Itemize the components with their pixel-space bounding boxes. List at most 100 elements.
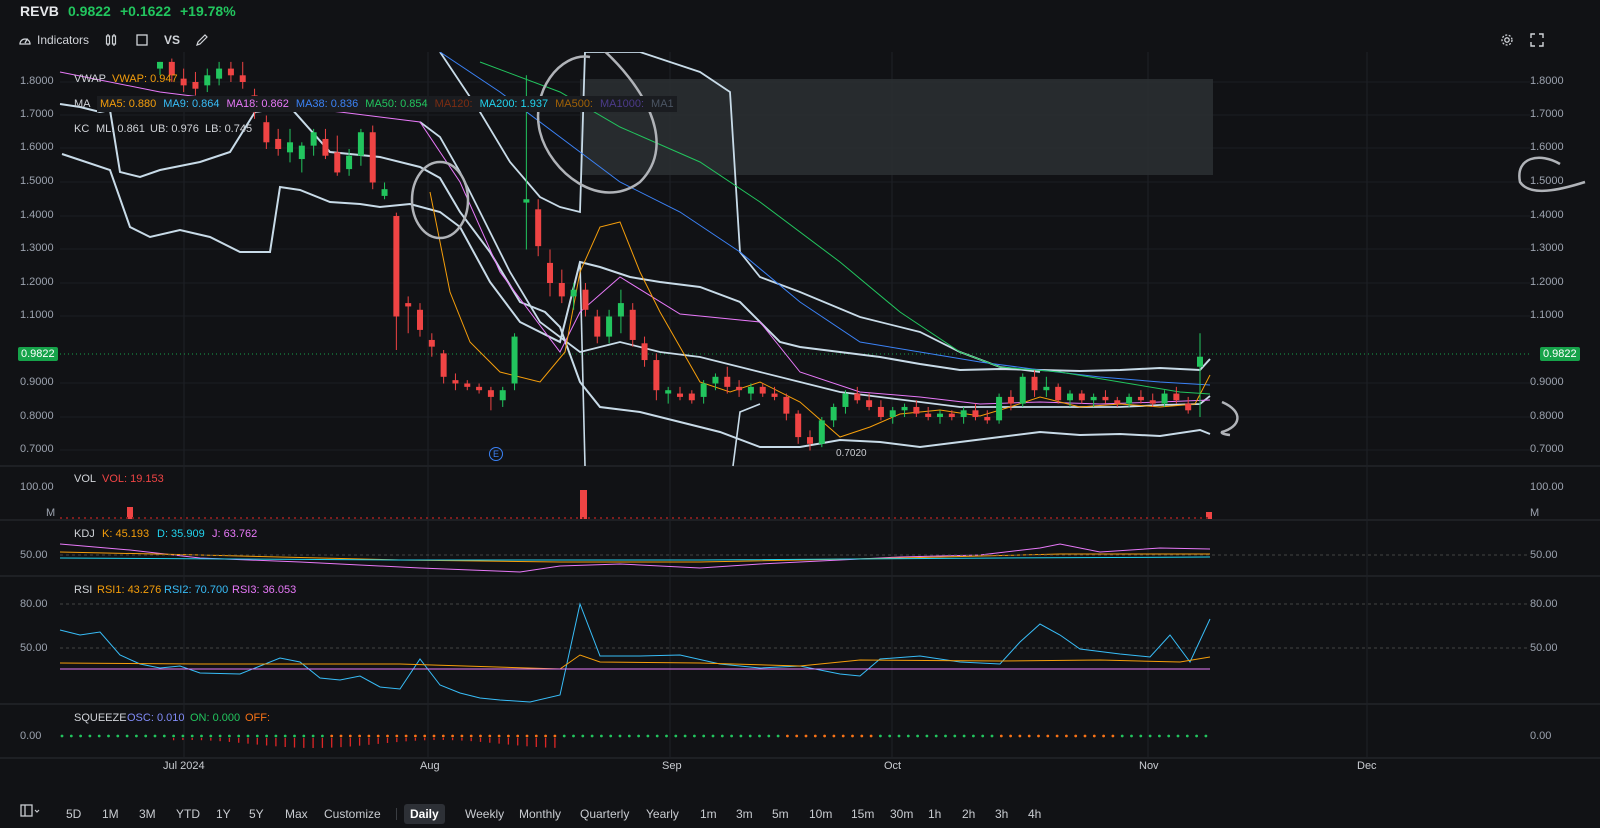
candle-type-button[interactable]	[104, 30, 118, 50]
squeeze-dot	[962, 734, 966, 738]
candle-body	[818, 420, 825, 444]
interval-button[interactable]: Yearly	[640, 804, 685, 824]
squeeze-dot	[460, 734, 464, 738]
price-tick: 1.6000	[1530, 141, 1564, 153]
earnings-marker[interactable]: E	[489, 447, 503, 461]
interval-button[interactable]: Monthly	[513, 804, 567, 824]
squeeze-dot	[283, 734, 287, 738]
interval-button[interactable]: 3m	[730, 804, 759, 824]
indicators-button[interactable]: Indicators	[18, 30, 89, 50]
squeeze-dot	[879, 734, 882, 738]
kc-lb: LB: 0.745	[205, 123, 253, 135]
squeeze-dot	[1204, 734, 1208, 738]
squeeze-dot	[404, 734, 408, 738]
squeeze-dot	[925, 734, 929, 738]
indicators-label: Indicators	[37, 33, 90, 47]
candle-body	[736, 386, 743, 391]
squeeze-dot	[758, 734, 761, 738]
interval-button[interactable]: Daily	[404, 804, 445, 824]
settings-button[interactable]	[1500, 30, 1514, 50]
price-tick: 1.5000	[20, 175, 54, 187]
price-chart-canvas[interactable]	[0, 46, 1600, 780]
squeeze-dot	[730, 734, 733, 738]
interval-button[interactable]: 30m	[884, 804, 919, 824]
candle-body	[960, 410, 967, 417]
candle-body	[334, 152, 341, 173]
range-button[interactable]: Max	[279, 804, 314, 824]
interval-button[interactable]: 1m	[694, 804, 723, 824]
squeeze-dot	[107, 734, 110, 738]
interval-button[interactable]: 10m	[803, 804, 838, 824]
candle-body	[759, 386, 766, 394]
candle-body	[275, 138, 282, 149]
range-button[interactable]: 5Y	[243, 804, 270, 824]
chart-area[interactable]: VWAP VWAP: 0.947 MA MA5: 0.880 MA9: 0.864…	[0, 46, 1600, 780]
interval-button[interactable]: Quarterly	[574, 804, 635, 824]
vwap-label: VWAP	[74, 73, 106, 85]
interval-button[interactable]: 2h	[956, 804, 981, 824]
last-price: 0.9822	[68, 3, 111, 19]
squeeze-dot	[1009, 734, 1012, 738]
fullscreen-button[interactable]	[1530, 30, 1544, 50]
price-change-percent: +19.78%	[180, 3, 236, 19]
candle-body	[677, 393, 683, 397]
candle-body	[842, 393, 849, 407]
interval-button[interactable]: 4h	[1022, 804, 1047, 824]
squeeze-dot	[581, 734, 585, 738]
candle-body	[405, 303, 412, 307]
candle-body	[948, 413, 955, 417]
squeeze-dot	[423, 734, 427, 738]
x-axis-dec: Dec	[1357, 760, 1377, 772]
range-button[interactable]: 3M	[133, 804, 162, 824]
candle-body	[357, 132, 364, 156]
candle-body	[263, 122, 270, 143]
squeeze-dot	[135, 734, 138, 738]
price-tick: 1.2000	[20, 276, 54, 288]
candle-body	[523, 199, 530, 203]
candle-body	[996, 396, 1003, 421]
range-button[interactable]: 5D	[60, 804, 87, 824]
kdj-tick-right: 50.00	[1530, 549, 1558, 561]
interval-button[interactable]: Weekly	[459, 804, 510, 824]
ma-legend-item: MA38: 0.836	[295, 98, 359, 110]
interval-button[interactable]: 1h	[922, 804, 947, 824]
layout-button[interactable]	[14, 804, 46, 824]
squeeze-dot	[609, 734, 613, 738]
interval-button[interactable]: 3h	[989, 804, 1014, 824]
squeeze-dot	[218, 734, 222, 738]
range-button[interactable]: 1M	[96, 804, 125, 824]
candle-body	[1173, 393, 1180, 401]
candle-body	[511, 336, 518, 384]
candlestick-icon	[105, 34, 117, 46]
candle-body	[417, 309, 423, 330]
ma-legend-item: MA18: 0.862	[226, 98, 289, 110]
interval-button[interactable]: 15m	[845, 804, 880, 824]
candle-body	[937, 413, 943, 417]
interval-button[interactable]: 5m	[766, 804, 795, 824]
range-button[interactable]: Customize	[318, 804, 387, 824]
rsi-label: RSI	[74, 584, 93, 596]
squeeze-dot	[934, 734, 938, 738]
rsi2-line	[59, 602, 1211, 703]
gear-icon	[1501, 34, 1513, 46]
squeeze-dot	[516, 734, 520, 738]
drawing-rect-button[interactable]	[135, 30, 149, 50]
draw-button[interactable]	[195, 30, 209, 50]
compare-button[interactable]: VS	[164, 30, 180, 50]
squeeze-dot	[916, 734, 919, 738]
squeeze-dot	[209, 734, 213, 738]
x-axis-nov: Nov	[1139, 760, 1159, 772]
squeeze-dot	[525, 734, 529, 738]
candle-body	[866, 400, 873, 407]
kc-ml: ML: 0.861	[96, 123, 145, 135]
squeeze-dot	[795, 734, 799, 738]
range-button[interactable]: 1Y	[210, 804, 237, 824]
candle-body	[239, 75, 246, 82]
range-button[interactable]: YTD	[170, 804, 206, 824]
squeeze-dot	[1018, 734, 1022, 738]
price-tick: 1.5000	[1530, 175, 1564, 187]
price-tick: 0.9000	[1530, 376, 1564, 388]
candle-body	[617, 303, 624, 317]
gauge-icon	[19, 38, 31, 45]
squeeze-dots	[60, 734, 1208, 748]
